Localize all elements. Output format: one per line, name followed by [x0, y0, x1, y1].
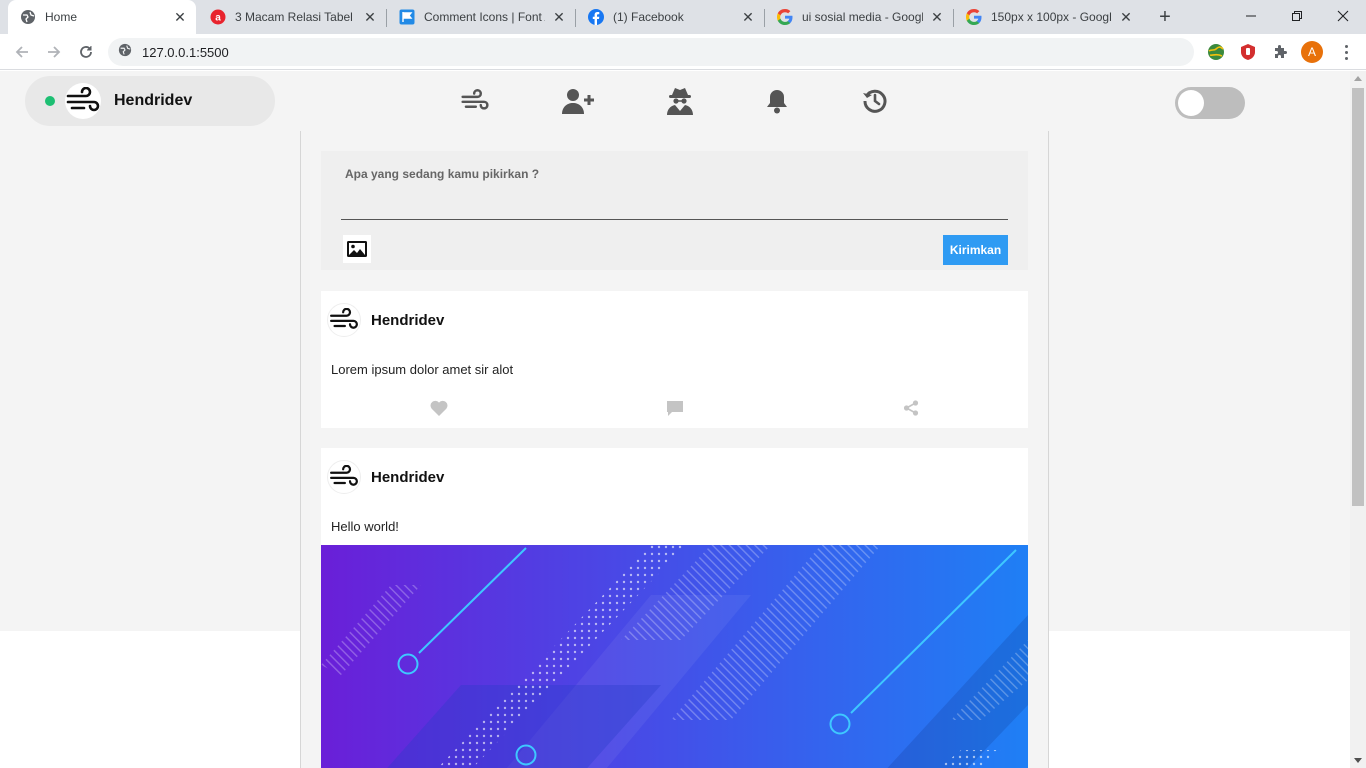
- browser-tab[interactable]: (1) Facebook ✕: [576, 0, 764, 34]
- user-plus-icon[interactable]: [562, 86, 594, 116]
- tab-title: 3 Macam Relasi Tabel D: [235, 10, 356, 24]
- wind-icon[interactable]: [459, 86, 491, 116]
- scrollbar-thumb[interactable]: [1352, 88, 1364, 506]
- browser-tab-bar: Home ✕ a 3 Macam Relasi Tabel D ✕ Commen…: [0, 0, 1366, 34]
- composer-underline: [341, 219, 1008, 220]
- post-text: Lorem ipsum dolor amet sir alot: [331, 362, 514, 377]
- like-heart-icon[interactable]: [427, 397, 451, 419]
- facebook-icon: [588, 9, 604, 25]
- page: Hendridev Apa yang sedang kamu pikirkan …: [0, 71, 1350, 768]
- back-button[interactable]: [8, 38, 36, 66]
- online-status-dot: [45, 96, 55, 106]
- close-icon[interactable]: ✕: [549, 7, 569, 27]
- close-icon[interactable]: ✕: [360, 7, 380, 27]
- browser-tab[interactable]: a 3 Macam Relasi Tabel D ✕: [198, 0, 386, 34]
- toggle-knob: [1178, 90, 1204, 116]
- forward-button[interactable]: [40, 38, 68, 66]
- scroll-down-arrow-icon[interactable]: [1354, 758, 1362, 763]
- post-author[interactable]: Hendridev: [371, 469, 444, 486]
- red-circle-a-icon: a: [210, 9, 226, 25]
- close-icon[interactable]: ✕: [1116, 7, 1136, 27]
- comment-icon[interactable]: [663, 397, 687, 419]
- post-author[interactable]: Hendridev: [371, 312, 444, 329]
- tab-title: ui sosial media - Googl: [802, 10, 923, 24]
- profile-avatar[interactable]: A: [1301, 41, 1323, 63]
- post-image[interactable]: [321, 545, 1028, 768]
- user-secret-icon[interactable]: [664, 86, 696, 116]
- page-scrollbar[interactable]: [1350, 71, 1366, 768]
- restore-button[interactable]: [1274, 0, 1320, 32]
- address-bar[interactable]: 127.0.0.1:5500: [108, 38, 1194, 66]
- browser-tab[interactable]: 150px x 100px - Google ✕: [954, 0, 1142, 34]
- extensions-puzzle-icon[interactable]: [1269, 41, 1291, 63]
- font-awesome-flag-icon: [399, 9, 415, 25]
- extension-shield-icon[interactable]: [1237, 41, 1259, 63]
- post-text: Hello world!: [331, 519, 399, 534]
- profile-pill[interactable]: Hendridev: [25, 76, 275, 126]
- tab-title: (1) Facebook: [613, 10, 684, 24]
- app-header: Hendridev: [0, 71, 1350, 131]
- history-icon[interactable]: [859, 86, 891, 116]
- post-card: Hendridev Lorem ipsum dolor amet sir alo…: [321, 291, 1028, 428]
- bell-icon[interactable]: [761, 86, 793, 116]
- close-window-button[interactable]: [1320, 0, 1366, 32]
- close-icon[interactable]: ✕: [738, 7, 758, 27]
- composer-input[interactable]: Apa yang sedang kamu pikirkan ?: [345, 167, 539, 181]
- tab-title: 150px x 100px - Google: [991, 10, 1112, 24]
- username: Hendridev: [114, 92, 193, 109]
- dark-mode-toggle[interactable]: [1175, 87, 1245, 119]
- post-card: Hendridev Hello world!: [321, 448, 1028, 768]
- browser-tab-home[interactable]: Home ✕: [8, 0, 196, 34]
- author-avatar[interactable]: [327, 460, 361, 494]
- feed-column: Apa yang sedang kamu pikirkan ? Kirimkan…: [300, 131, 1049, 768]
- new-tab-button[interactable]: +: [1153, 5, 1177, 29]
- image-upload-icon[interactable]: [343, 235, 371, 263]
- google-icon: [777, 9, 793, 25]
- author-avatar[interactable]: [327, 303, 361, 337]
- tab-title: Home: [45, 10, 78, 24]
- post-actions: [321, 397, 1028, 419]
- url-text: 127.0.0.1:5500: [142, 44, 229, 60]
- globe-icon: [20, 9, 36, 25]
- wind-logo-icon: [65, 83, 101, 119]
- site-info-icon[interactable]: [118, 43, 132, 62]
- share-icon[interactable]: [899, 397, 923, 419]
- reload-button[interactable]: [72, 38, 100, 66]
- svg-text:a: a: [215, 13, 221, 24]
- submit-post-button[interactable]: Kirimkan: [943, 235, 1008, 265]
- close-icon[interactable]: ✕: [927, 7, 947, 27]
- browser-tab[interactable]: ui sosial media - Googl ✕: [765, 0, 953, 34]
- post-composer: Apa yang sedang kamu pikirkan ? Kirimkan: [321, 151, 1028, 270]
- close-icon[interactable]: ✕: [170, 7, 190, 27]
- extension-globe-icon[interactable]: [1205, 41, 1227, 63]
- browser-tab[interactable]: Comment Icons | Font A ✕: [387, 0, 575, 34]
- scroll-up-arrow-icon[interactable]: [1354, 76, 1362, 81]
- tab-title: Comment Icons | Font A: [424, 10, 545, 24]
- browser-menu-icon[interactable]: [1336, 42, 1356, 62]
- browser-toolbar: 127.0.0.1:5500 A: [0, 34, 1366, 70]
- minimize-button[interactable]: [1228, 0, 1274, 32]
- google-icon: [966, 9, 982, 25]
